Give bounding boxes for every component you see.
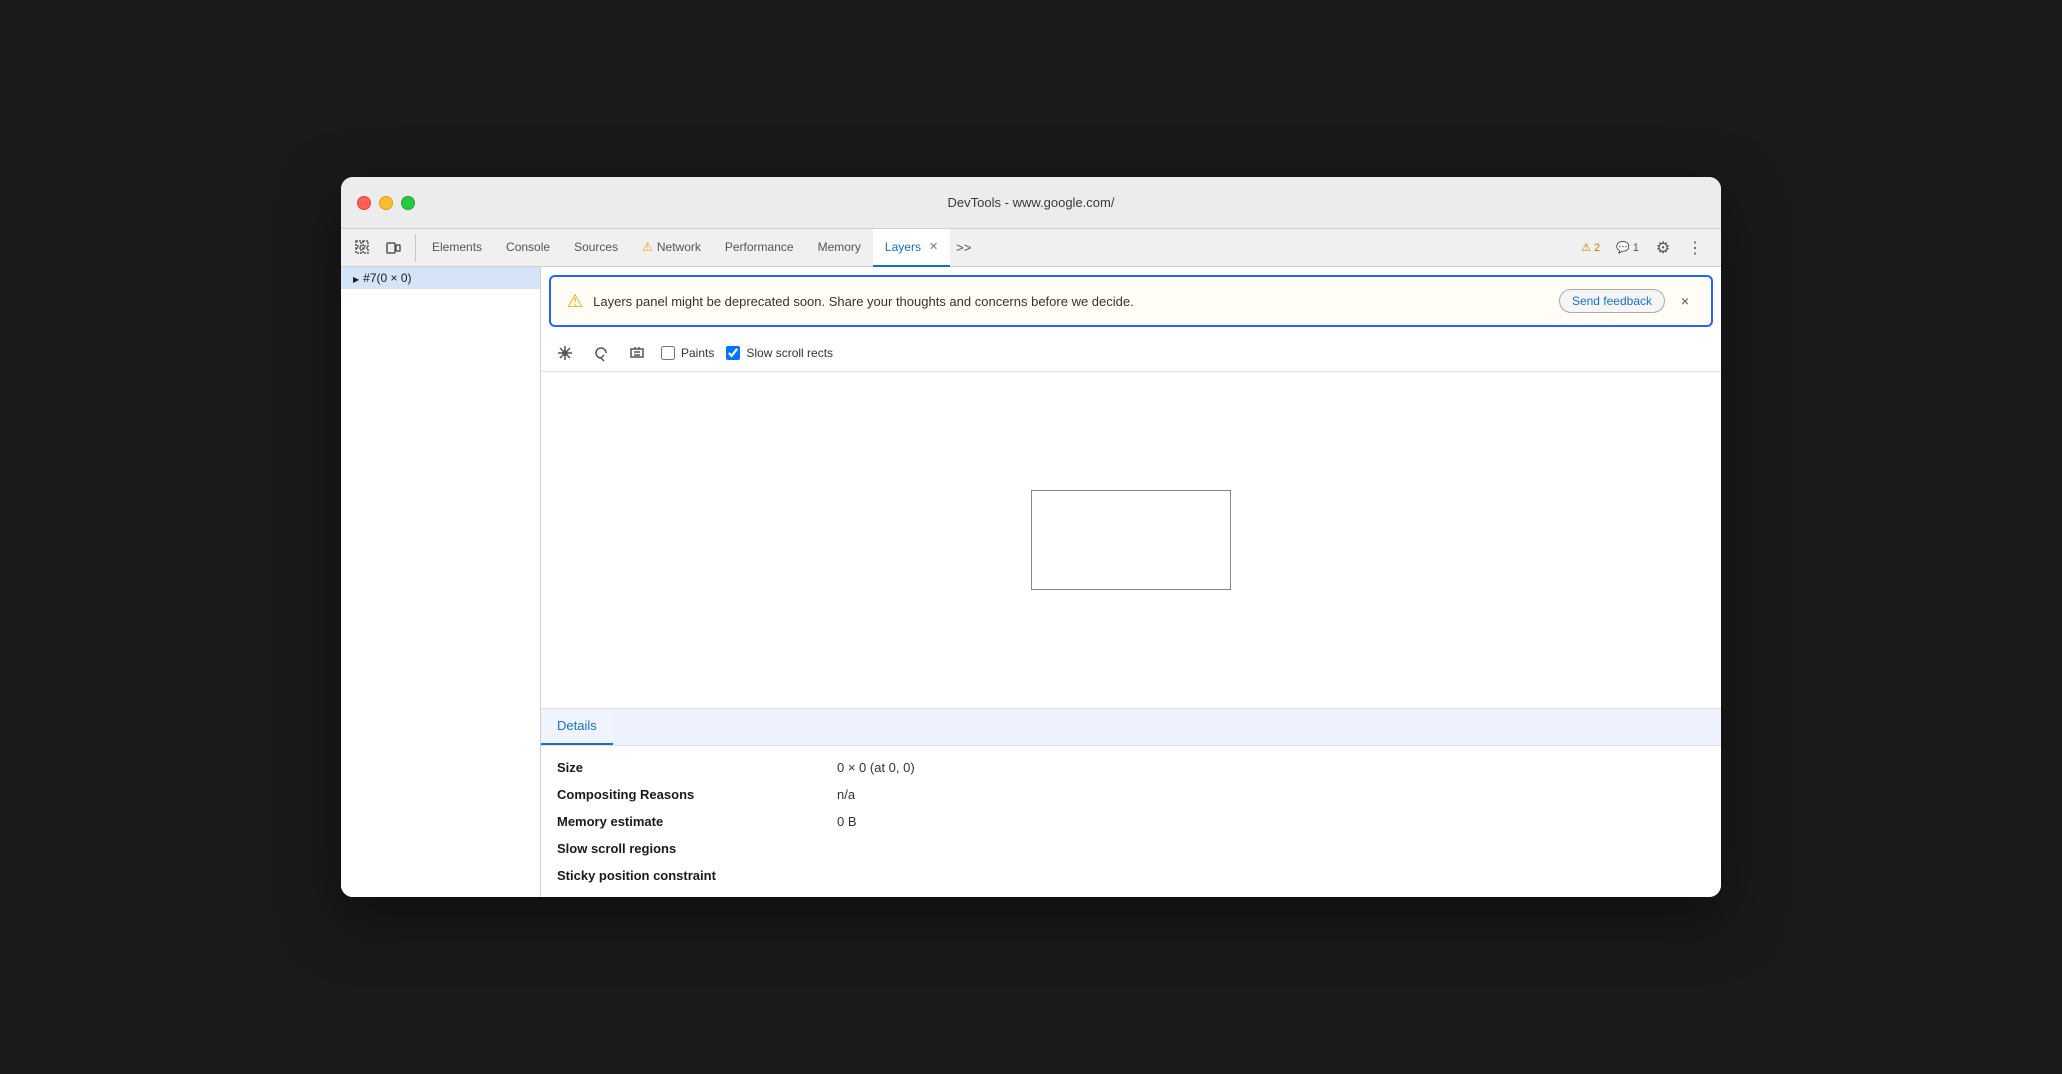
banner-text: Layers panel might be deprecated soon. S…: [593, 294, 1549, 309]
detail-value-size: 0 × 0 (at 0, 0): [837, 760, 915, 775]
sidebar-item-layer[interactable]: #7(0 × 0): [341, 267, 540, 289]
tab-sources-label: Sources: [574, 240, 618, 254]
title-bar: DevTools - www.google.com/: [341, 177, 1721, 229]
detail-key-compositing: Compositing Reasons: [557, 787, 837, 802]
slow-scroll-rects-label: Slow scroll rects: [746, 346, 833, 360]
warning-banner: ⚠ Layers panel might be deprecated soon.…: [549, 275, 1713, 327]
toolbar-left: [345, 234, 416, 262]
traffic-lights: [357, 196, 415, 210]
tab-memory-label: Memory: [818, 240, 861, 254]
info-badge[interactable]: 💬 1: [1610, 239, 1645, 256]
info-icon: 💬: [1616, 241, 1630, 254]
tab-network-label: Network: [657, 240, 701, 254]
settings-button[interactable]: ⚙: [1649, 234, 1677, 262]
table-row: Memory estimate 0 B: [557, 808, 1705, 835]
devtools-window: DevTools - www.google.com/: [341, 177, 1721, 897]
tab-bar-right: ⚠ 2 💬 1 ⚙ ⋮: [1567, 234, 1717, 262]
sidebar: #7(0 × 0): [341, 267, 541, 897]
details-header[interactable]: Details: [541, 709, 613, 745]
tab-performance-label: Performance: [725, 240, 794, 254]
warning-badge[interactable]: ⚠ 2: [1575, 239, 1606, 256]
inspect-icon[interactable]: [349, 234, 377, 262]
detail-key-memory: Memory estimate: [557, 814, 837, 829]
layer-box: [1031, 490, 1231, 590]
tab-console[interactable]: Console: [494, 229, 562, 267]
paints-label: Paints: [681, 346, 714, 360]
table-row: Sticky position constraint: [557, 862, 1705, 889]
devtools-panel: Elements Console Sources ⚠ Network Perfo…: [341, 229, 1721, 897]
table-row: Compositing Reasons n/a: [557, 781, 1705, 808]
main-content: #7(0 × 0) ⚠ Layers panel might be deprec…: [341, 267, 1721, 897]
canvas-area[interactable]: [541, 372, 1721, 708]
detail-key-sticky: Sticky position constraint: [557, 868, 837, 883]
more-options-button[interactable]: ⋮: [1681, 234, 1709, 262]
more-tabs-button[interactable]: >>: [950, 229, 977, 267]
layers-panel: ⚠ Layers panel might be deprecated soon.…: [541, 267, 1721, 897]
info-count: 1: [1633, 242, 1639, 254]
maximize-button[interactable]: [401, 196, 415, 210]
tab-layers[interactable]: Layers ✕: [873, 229, 950, 267]
paints-checkbox[interactable]: [661, 346, 675, 360]
tab-sources[interactable]: Sources: [562, 229, 630, 267]
tab-console-label: Console: [506, 240, 550, 254]
close-banner-button[interactable]: ×: [1675, 291, 1695, 311]
sidebar-item-label: #7(0 × 0): [363, 271, 411, 285]
banner-warning-icon: ⚠: [567, 291, 583, 312]
slow-scroll-rects-checkbox[interactable]: [726, 346, 740, 360]
tab-network[interactable]: ⚠ Network: [630, 229, 713, 267]
table-row: Slow scroll regions: [557, 835, 1705, 862]
tab-memory[interactable]: Memory: [806, 229, 873, 267]
paints-checkbox-label[interactable]: Paints: [661, 346, 714, 360]
minimize-button[interactable]: [379, 196, 393, 210]
device-icon[interactable]: [379, 234, 407, 262]
detail-value-compositing: n/a: [837, 787, 855, 802]
tab-elements-label: Elements: [432, 240, 482, 254]
detail-key-slow-scroll: Slow scroll regions: [557, 841, 837, 856]
detail-value-memory: 0 B: [837, 814, 857, 829]
reset-tool-icon[interactable]: [625, 341, 649, 365]
details-tab-label: Details: [557, 718, 597, 733]
rotate-tool-icon[interactable]: [589, 341, 613, 365]
send-feedback-button[interactable]: Send feedback: [1559, 289, 1665, 313]
network-warning-icon: ⚠: [642, 240, 653, 254]
pan-tool-icon[interactable]: [553, 341, 577, 365]
tab-layers-label: Layers: [885, 240, 921, 254]
window-title: DevTools - www.google.com/: [948, 195, 1115, 210]
tab-elements[interactable]: Elements: [420, 229, 494, 267]
details-table: Size 0 × 0 (at 0, 0) Compositing Reasons…: [541, 746, 1721, 897]
detail-key-size: Size: [557, 760, 837, 775]
tab-performance[interactable]: Performance: [713, 229, 806, 267]
tab-layers-close[interactable]: ✕: [929, 240, 938, 253]
table-row: Size 0 × 0 (at 0, 0): [557, 754, 1705, 781]
details-section: Details Size 0 × 0 (at 0, 0) Compositing…: [541, 708, 1721, 897]
slow-scroll-rects-checkbox-label[interactable]: Slow scroll rects: [726, 346, 833, 360]
close-button[interactable]: [357, 196, 371, 210]
warning-icon: ⚠: [1581, 241, 1591, 254]
chevron-right-icon: [353, 271, 359, 285]
warning-count: 2: [1594, 242, 1600, 254]
tab-bar: Elements Console Sources ⚠ Network Perfo…: [341, 229, 1721, 267]
layers-toolbar: Paints Slow scroll rects: [541, 335, 1721, 372]
